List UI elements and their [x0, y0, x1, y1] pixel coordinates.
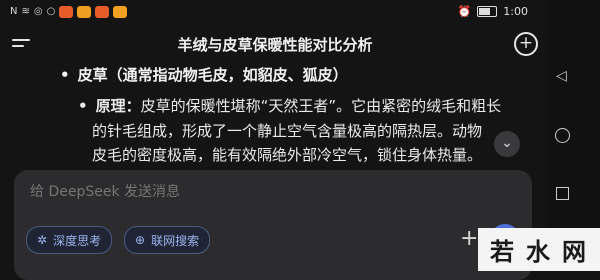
heading-text: 皮草（通常指动物毛皮，如貂皮、狐皮）	[77, 66, 348, 84]
battery-icon	[477, 6, 498, 17]
attach-plus-icon[interactable]: +	[460, 226, 478, 251]
bullet-heading: • 皮草（通常指动物毛皮，如貂皮、狐皮）	[60, 64, 348, 85]
bullet-dot: •	[60, 66, 70, 84]
hamburger-icon[interactable]	[12, 39, 30, 51]
watermark-char: 若	[490, 238, 516, 266]
status-icons-right: ⏰ 1:00	[458, 5, 528, 18]
status-bar: N ≋ ◎ ○ ⏰ 1:00	[0, 0, 540, 26]
hotspot-icon: ◎	[33, 6, 43, 17]
globe-icon: ⊕	[135, 233, 146, 247]
paragraph-line: 皮毛的密度极高，能有效隔绝外部冷空气，锁住身体热量。	[92, 146, 483, 164]
wifi-icon: ≋	[21, 6, 30, 17]
watermark-char: 网	[562, 238, 588, 266]
line-text: 皮草的保暖性堪称“天然王者”。它由紧密的绒毛和粗长	[140, 97, 502, 115]
app-header: 羊绒与皮草保暖性能对比分析 +	[0, 28, 548, 62]
bullet-dot: •	[78, 97, 88, 115]
app-notification-icon	[59, 6, 74, 18]
chat-message: • 皮草（通常指动物毛皮，如貂皮、狐皮） • 原理：皮草的保暖性堪称“天然王者”。它…	[0, 62, 548, 180]
term-label: 原理：	[95, 97, 141, 115]
scroll-down-button[interactable]: ⌄	[494, 131, 520, 157]
paragraph-line: • 原理：皮草的保暖性堪称“天然王者”。它由紧密的绒毛和粗长	[78, 94, 538, 119]
deep-think-toggle[interactable]: ✲ 深度思考	[26, 226, 113, 254]
app-notification-icon	[113, 6, 128, 18]
paragraph-line: 的针毛组成，形成了一个静止空气含量极高的隔热层。动物	[92, 121, 483, 140]
back-icon[interactable]: ◁	[556, 68, 567, 84]
recents-icon[interactable]	[556, 187, 569, 200]
watermark-logo: 若 水 网	[478, 228, 600, 271]
atom-icon: ✲	[37, 233, 48, 247]
chip-label: 联网搜索	[151, 233, 200, 248]
app-notification-icon	[77, 6, 92, 18]
message-composer: ✲ 深度思考 ⊕ 联网搜索 +	[14, 170, 532, 280]
page-title: 羊绒与皮草保暖性能对比分析	[177, 36, 373, 54]
home-icon[interactable]	[555, 128, 570, 143]
message-input[interactable]	[30, 184, 490, 200]
sync-icon: ○	[46, 6, 56, 17]
chip-label: 深度思考	[53, 233, 102, 248]
web-search-toggle[interactable]: ⊕ 联网搜索	[124, 226, 211, 254]
app-notification-icon	[95, 6, 110, 18]
clock: 1:00	[503, 5, 528, 18]
new-chat-icon[interactable]: +	[514, 32, 538, 56]
nfc-icon: N	[10, 6, 18, 17]
alarm-icon: ⏰	[457, 5, 472, 18]
bullet-paragraph: • 原理：皮草的保暖性堪称“天然王者”。它由紧密的绒毛和粗长 的针毛组成，形成了一…	[78, 94, 538, 168]
status-icons-left: N ≋ ◎ ○	[10, 5, 128, 19]
watermark-char: 水	[526, 238, 552, 266]
